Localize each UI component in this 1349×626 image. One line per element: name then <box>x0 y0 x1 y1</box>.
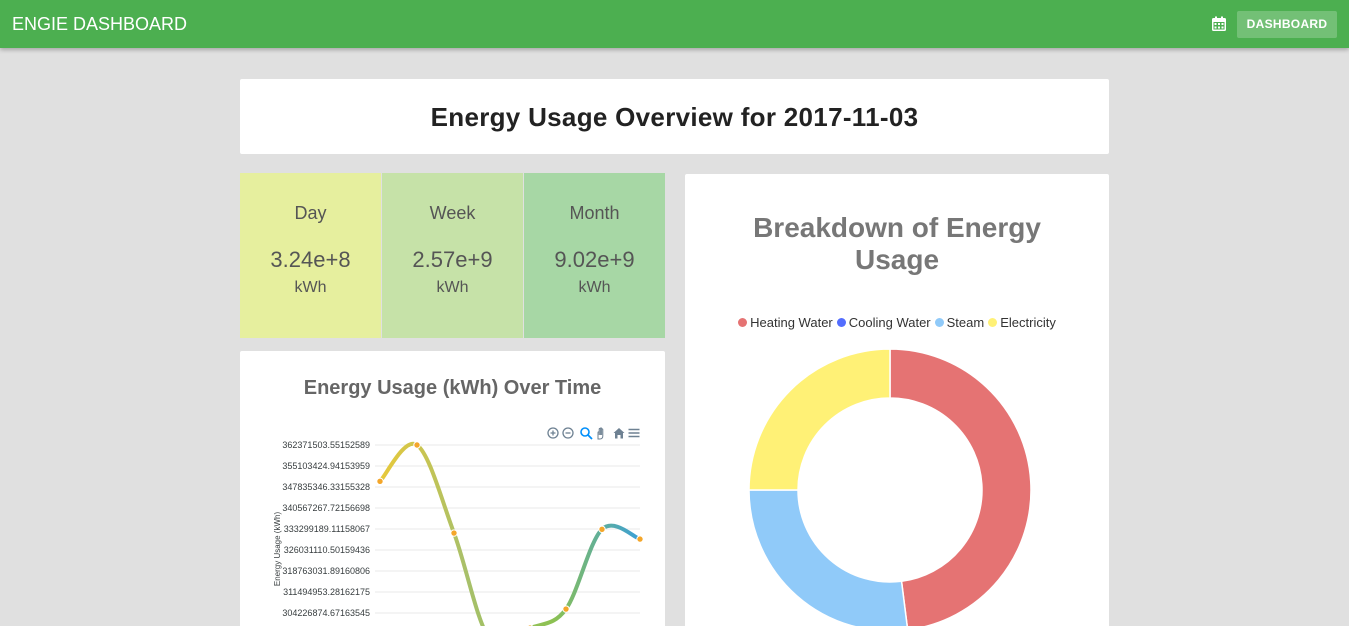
line-chart-card: Energy Usage (kWh) Over Time 362371503.5… <box>240 351 665 626</box>
zoom-in-icon[interactable] <box>546 426 560 440</box>
calendar-icon[interactable] <box>1211 16 1227 32</box>
page-title: Energy Usage Overview for 2017-11-03 <box>430 102 919 132</box>
selection-zoom-icon[interactable] <box>579 426 593 440</box>
data-point[interactable] <box>636 535 644 543</box>
stat-value: 3.24e+8 <box>270 247 351 272</box>
y-tick-label: 347835346.33155328 <box>282 482 370 492</box>
stat-unit: kWh <box>578 279 611 296</box>
reset-home-icon[interactable] <box>612 426 626 440</box>
stat-label: Day <box>294 203 327 223</box>
donut-slice-heating-water[interactable] <box>889 348 1032 626</box>
top-navbar: ENGIE DASHBOARD DASHBOARD <box>0 0 1349 48</box>
donut-chart-card: Breakdown of Energy Usage Heating Water C… <box>685 174 1109 626</box>
data-point[interactable] <box>598 525 606 533</box>
data-point[interactable] <box>413 441 421 449</box>
data-point[interactable] <box>376 477 384 486</box>
data-point[interactable] <box>562 605 570 613</box>
y-tick-label: 326031110.50159436 <box>284 545 370 555</box>
stat-value: 2.57e+9 <box>412 247 493 272</box>
series-line <box>378 441 642 626</box>
stat-tile-day: Day 3.24e+8 kWh <box>240 173 381 338</box>
stat-value: 9.02e+9 <box>554 247 635 272</box>
line-chart: 362371503.55152589 355103424.94153959 3478… <box>273 440 644 626</box>
y-tick-label: 355103424.94153959 <box>282 461 370 471</box>
y-tick-label: 340567267.72156698 <box>282 503 370 513</box>
brand-title[interactable]: ENGIE DASHBOARD <box>12 14 187 35</box>
stat-tile-week: Week 2.57e+9 kWh <box>382 173 523 338</box>
donut-chart <box>748 348 1032 626</box>
dashboard-button[interactable]: DASHBOARD <box>1237 11 1337 38</box>
data-point[interactable] <box>450 529 458 537</box>
stat-unit: kWh <box>294 279 327 296</box>
title-card: Energy Usage Overview for 2017-11-03 <box>240 79 1109 154</box>
donut-slice-steam[interactable] <box>748 489 908 626</box>
stat-label: Week <box>429 203 476 223</box>
y-tick-label: 304226874.67163545 <box>282 608 370 618</box>
stat-label: Month <box>569 203 620 223</box>
zoom-out-icon[interactable] <box>561 426 575 440</box>
donut-slice-electricity[interactable] <box>748 348 891 491</box>
y-tick-label: 318763031.89160806 <box>282 566 370 576</box>
stat-unit: kWh <box>436 279 469 296</box>
y-tick-label: 362371503.55152589 <box>282 440 370 450</box>
y-tick-label: 311494953.28162175 <box>283 587 370 597</box>
menu-icon[interactable] <box>627 426 641 440</box>
pan-icon[interactable] <box>594 426 608 440</box>
y-axis-label: Energy Usage (kWh) <box>273 512 282 587</box>
y-tick-label: 333299189.11158067 <box>284 524 370 534</box>
stat-tile-month: Month 9.02e+9 kWh <box>524 173 665 338</box>
